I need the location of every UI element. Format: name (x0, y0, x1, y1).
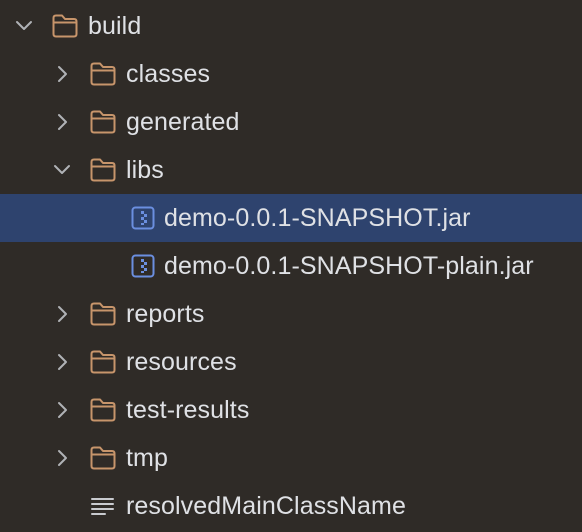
jar-file-icon (130, 253, 158, 279)
tree-item-generated[interactable]: generated (0, 98, 582, 146)
tree-item-label: resolvedMainClassName (126, 492, 406, 520)
tree-item-label: libs (126, 156, 164, 184)
project-tree: build classes generated libs demo-0.0.1-… (0, 0, 582, 532)
chevron-right-icon[interactable] (50, 398, 74, 422)
folder-icon (89, 157, 117, 183)
tree-item-resources[interactable]: resources (0, 338, 582, 386)
tree-item-label: demo-0.0.1-SNAPSHOT-plain.jar (164, 252, 534, 280)
folder-icon (89, 61, 117, 87)
tree-item-label: resources (126, 348, 237, 376)
tree-item-tmp[interactable]: tmp (0, 434, 582, 482)
tree-item-demo-jar[interactable]: demo-0.0.1-SNAPSHOT.jar (0, 194, 582, 242)
chevron-down-icon[interactable] (50, 158, 74, 182)
tree-item-label: demo-0.0.1-SNAPSHOT.jar (164, 204, 471, 232)
tree-item-test-results[interactable]: test-results (0, 386, 582, 434)
folder-icon (89, 349, 117, 375)
chevron-right-icon[interactable] (50, 446, 74, 470)
tree-item-reports[interactable]: reports (0, 290, 582, 338)
chevron-right-icon[interactable] (50, 302, 74, 326)
folder-icon (51, 13, 79, 39)
folder-icon (89, 109, 117, 135)
chevron-right-icon[interactable] (50, 110, 74, 134)
tree-item-build[interactable]: build (0, 2, 582, 50)
tree-item-classes[interactable]: classes (0, 50, 582, 98)
folder-icon (89, 445, 117, 471)
tree-item-label: test-results (126, 396, 250, 424)
jar-file-icon (130, 205, 158, 231)
chevron-right-icon[interactable] (50, 62, 74, 86)
tree-item-resolved-main-class-name[interactable]: resolvedMainClassName (0, 482, 582, 530)
chevron-down-icon[interactable] (12, 14, 36, 38)
text-file-icon (90, 493, 118, 519)
tree-item-label: tmp (126, 444, 168, 472)
folder-icon (89, 301, 117, 327)
folder-icon (89, 397, 117, 423)
tree-item-libs[interactable]: libs (0, 146, 582, 194)
chevron-right-icon[interactable] (50, 350, 74, 374)
tree-item-label: reports (126, 300, 205, 328)
tree-item-label: classes (126, 60, 211, 88)
tree-item-label: generated (126, 108, 240, 136)
tree-item-demo-plain-jar[interactable]: demo-0.0.1-SNAPSHOT-plain.jar (0, 242, 582, 290)
tree-item-label: build (88, 12, 142, 40)
